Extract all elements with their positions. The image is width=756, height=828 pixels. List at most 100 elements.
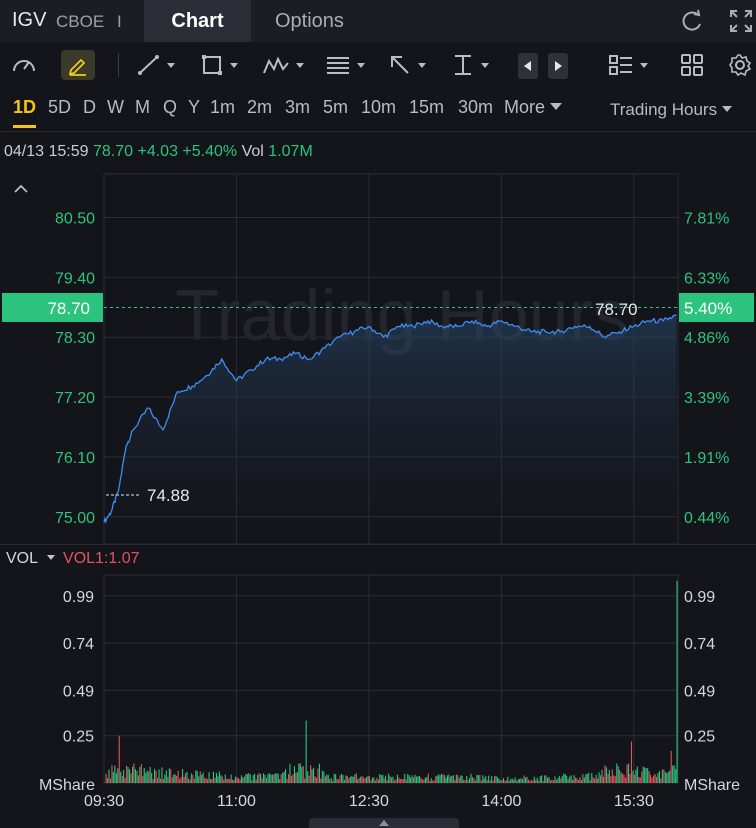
volume-bar: [519, 779, 521, 783]
volume-bar: [651, 777, 653, 783]
volume-bar: [301, 766, 303, 783]
volume-bar: [479, 774, 481, 783]
volume-bar: [611, 769, 613, 783]
volume-bar: [367, 775, 369, 783]
volume-bar: [124, 778, 126, 783]
volume-bar: [161, 767, 163, 783]
volume-bar: [550, 780, 552, 783]
volume-bar: [623, 775, 625, 783]
volume-bar: [573, 775, 575, 783]
volume-bar: [629, 773, 631, 783]
volume-bar: [616, 763, 618, 783]
volume-bar: [505, 780, 507, 783]
volume-bar: [648, 771, 650, 783]
volume-bar: [529, 781, 531, 783]
bottom-drawer-handle[interactable]: [309, 818, 459, 828]
volume-bar: [579, 777, 581, 783]
volume-bar: [470, 773, 472, 783]
volume-bar: [463, 779, 465, 783]
volume-bar: [523, 775, 525, 783]
volume-bar: [588, 773, 590, 783]
volume-bar: [187, 778, 189, 783]
volume-bar: [108, 769, 110, 783]
volume-bar: [351, 776, 353, 783]
volume-bar: [282, 772, 284, 783]
volume-bar: [154, 768, 156, 783]
volume-bar: [480, 780, 482, 783]
volume-bar: [535, 779, 537, 783]
volume-bar: [145, 772, 147, 783]
volume-bar: [190, 773, 192, 783]
volume-bar: [310, 765, 312, 783]
volume-bar: [619, 770, 621, 783]
collapse-chevron-icon[interactable]: [14, 184, 28, 193]
volume-bar: [264, 774, 266, 783]
volume-bar: [304, 778, 306, 783]
volume-bar: [202, 772, 204, 783]
volume-bar: [136, 770, 138, 783]
volume-bar: [404, 773, 406, 783]
volume-bar: [424, 777, 426, 783]
volume-bar: [120, 771, 122, 783]
volume-bar: [566, 775, 568, 783]
volume-bar: [547, 777, 549, 783]
volume-bar: [444, 775, 446, 783]
volume-bar: [368, 776, 370, 783]
volume-bar: [158, 769, 160, 783]
volume-bar: [497, 777, 499, 783]
volume-bar: [597, 778, 599, 783]
volume-bar: [143, 768, 145, 783]
pct-tick-label: 0.44%: [684, 510, 729, 527]
volume-bar: [227, 778, 229, 783]
volume-bar: [510, 779, 512, 783]
volume-bar: [243, 776, 245, 783]
volume-bar: [311, 769, 313, 783]
volume-bar: [458, 777, 460, 783]
chevron-up-icon: [379, 820, 389, 826]
volume-bar: [198, 776, 200, 783]
volume-bar: [129, 769, 131, 783]
volume-bar: [279, 779, 281, 783]
volume-bar: [308, 775, 310, 783]
volume-bar: [354, 774, 356, 783]
volume-bar: [126, 765, 128, 783]
volume-bar: [140, 764, 142, 783]
volume-bar: [257, 774, 259, 783]
volume-bar: [127, 767, 129, 783]
price-volume-chart[interactable]: Trading Hours 78.70 74.88 80.5079.4078.3…: [0, 0, 756, 828]
volume-bar: [195, 770, 197, 783]
volume-bar: [654, 774, 656, 783]
volume-bar: [233, 779, 235, 783]
volume-label[interactable]: VOL: [6, 550, 38, 567]
volume-bar: [514, 777, 516, 783]
volume-bar: [524, 777, 526, 783]
volume-bar: [240, 775, 242, 783]
volume-bar: [592, 777, 594, 783]
volume-bar: [258, 773, 260, 783]
volume-bar: [313, 767, 315, 783]
volume-bar: [220, 775, 222, 783]
volume-bar: [207, 779, 209, 783]
volume-bar: [504, 780, 506, 783]
volume-bar: [602, 776, 604, 783]
volume-bar: [318, 763, 320, 783]
volume-bar: [633, 774, 635, 783]
volume-bar: [466, 776, 468, 783]
price-tick-label: 80.50: [55, 211, 95, 228]
volume-bar: [396, 774, 398, 783]
volume-bar: [595, 774, 597, 783]
chevron-down-icon[interactable]: [47, 555, 56, 560]
volume-bar: [130, 773, 132, 783]
volume-bar: [436, 775, 438, 783]
volume-bar: [182, 769, 184, 783]
volume-bar: [327, 774, 329, 783]
volume-bar: [538, 780, 540, 783]
volume-bar: [423, 779, 425, 783]
time-tick-label: 09:30: [84, 793, 124, 810]
volume-bar: [205, 778, 207, 783]
volume-bar: [374, 780, 376, 783]
volume-bar: [564, 774, 566, 783]
volume-bar: [114, 765, 116, 783]
volume-bar: [433, 780, 435, 783]
volume-bar: [644, 767, 646, 783]
